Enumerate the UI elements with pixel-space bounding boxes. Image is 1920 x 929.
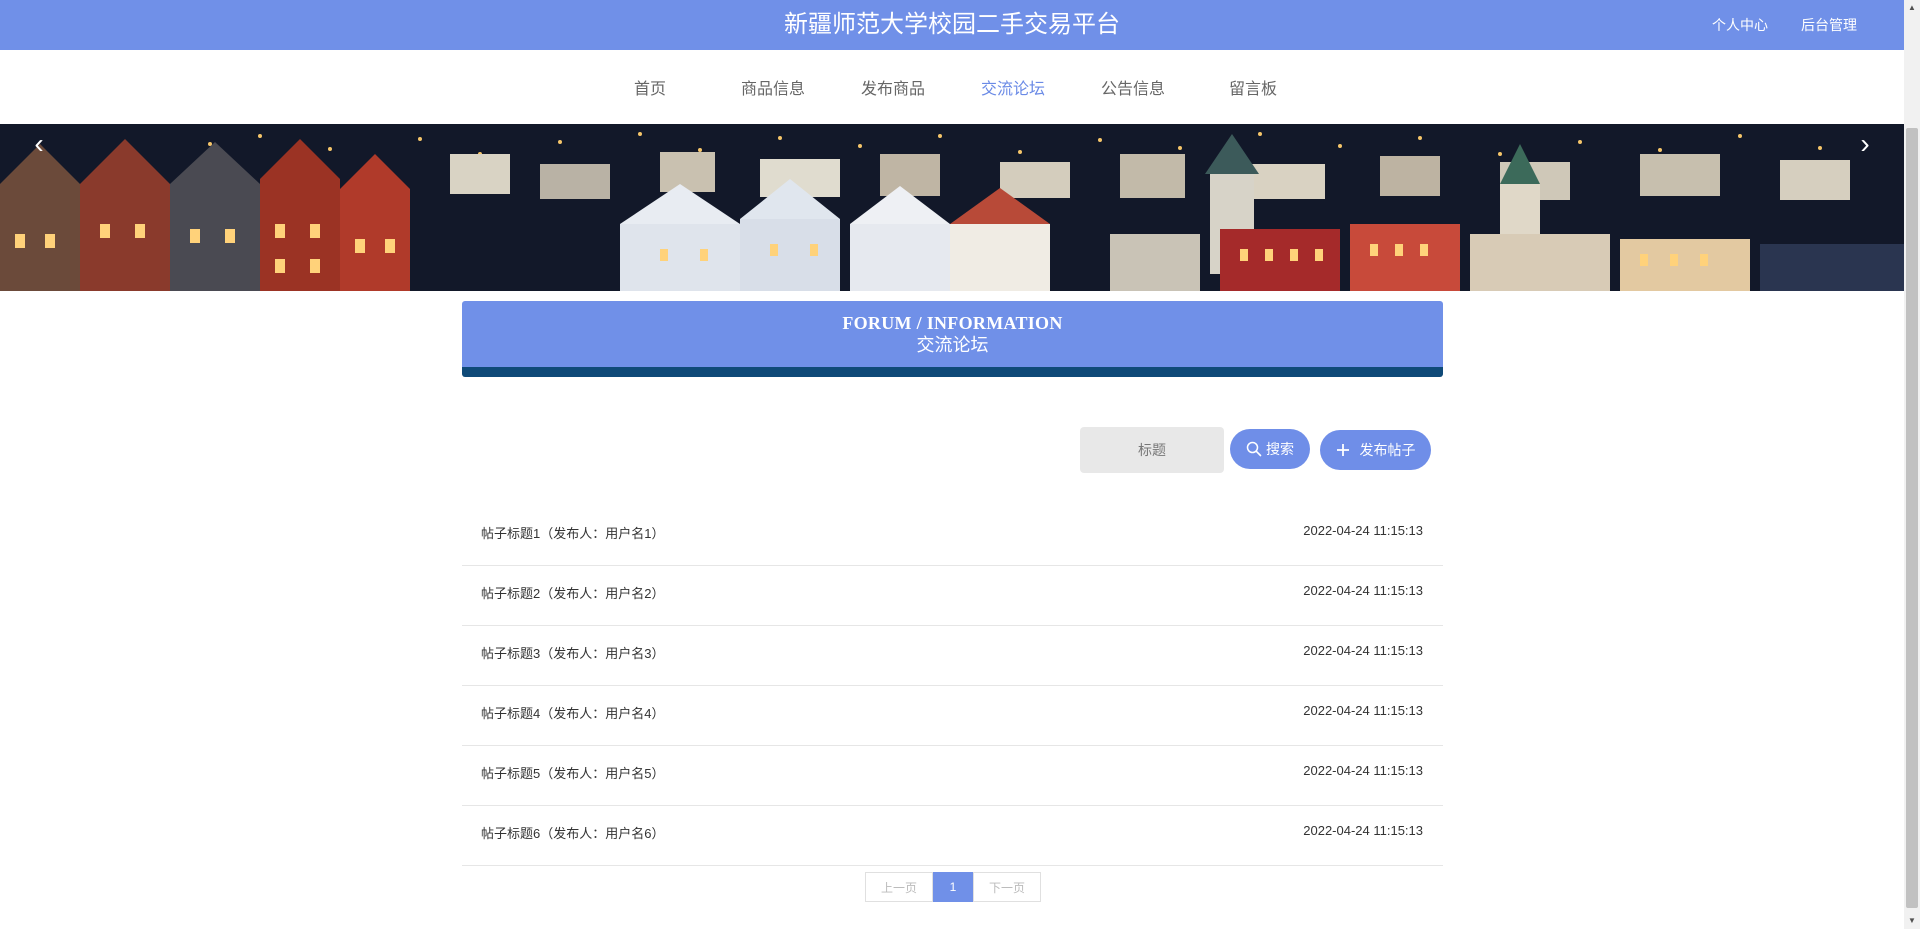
scroll-up-arrow-icon[interactable]: ▲ [1904, 0, 1920, 16]
nav-item-goods[interactable]: 商品信息 [728, 75, 818, 99]
post-time: 2022-04-24 11:15:13 [1303, 763, 1423, 778]
post-title: 帖子标题2（发布人：用户名2） [481, 586, 665, 601]
post-row[interactable]: 帖子标题3（发布人：用户名3） 2022-04-24 11:15:13 [462, 626, 1443, 686]
search-button[interactable]: 搜索 [1230, 429, 1310, 469]
publish-post-label: 发布帖子 [1359, 442, 1416, 458]
section-header: FORUM / INFORMATION 交流论坛 [462, 301, 1443, 367]
post-row[interactable]: 帖子标题1（发布人：用户名1） 2022-04-24 11:15:13 [462, 506, 1443, 566]
post-title: 帖子标题1（发布人：用户名1） [481, 526, 665, 541]
site-title: 新疆师范大学校园二手交易平台 [784, 11, 1120, 38]
prev-page-button[interactable]: 上一页 [865, 872, 933, 902]
section-underline-bar [462, 367, 1443, 377]
scroll-thumb[interactable] [1906, 128, 1918, 908]
post-title: 帖子标题3（发布人：用户名3） [481, 646, 665, 661]
nav-item-forum[interactable]: 交流论坛 [968, 75, 1058, 99]
post-row[interactable]: 帖子标题4（发布人：用户名4） 2022-04-24 11:15:13 [462, 686, 1443, 746]
publish-post-button[interactable]: 发布帖子 [1320, 430, 1431, 470]
post-time: 2022-04-24 11:15:13 [1303, 583, 1423, 598]
section-title-cn: 交流论坛 [916, 335, 989, 355]
post-title: 帖子标题4（发布人：用户名4） [481, 706, 665, 721]
post-list: 帖子标题1（发布人：用户名1） 2022-04-24 11:15:13 帖子标题… [462, 506, 1443, 866]
post-row[interactable]: 帖子标题6（发布人：用户名6） 2022-04-24 11:15:13 [462, 806, 1443, 866]
nav-item-publish-goods[interactable]: 发布商品 [848, 75, 938, 99]
next-page-button[interactable]: 下一页 [973, 872, 1041, 902]
post-row[interactable]: 帖子标题2（发布人：用户名2） 2022-04-24 11:15:13 [462, 566, 1443, 626]
admin-link[interactable]: 后台管理 [1801, 15, 1857, 35]
page-scrollbar[interactable]: ▲ ▼ [1904, 0, 1920, 929]
post-time: 2022-04-24 11:15:13 [1303, 823, 1423, 838]
current-page-button[interactable]: 1 [933, 872, 973, 902]
scroll-down-arrow-icon[interactable]: ▼ [1904, 913, 1920, 929]
pagination: 上一页 1 下一页 [865, 872, 1041, 902]
plus-icon [1336, 444, 1349, 456]
main-nav: 首页 商品信息 发布商品 交流论坛 公告信息 留言板 [0, 50, 1904, 124]
post-time: 2022-04-24 11:15:13 [1303, 703, 1423, 718]
search-button-label: 搜索 [1266, 441, 1294, 457]
title-search-input[interactable] [1080, 427, 1224, 473]
banner-image [0, 124, 1904, 291]
top-bar: 新疆师范大学校园二手交易平台 个人中心 后台管理 [0, 0, 1904, 50]
post-row[interactable]: 帖子标题5（发布人：用户名5） 2022-04-24 11:15:13 [462, 746, 1443, 806]
post-title: 帖子标题6（发布人：用户名6） [481, 826, 665, 841]
nav-item-message-board[interactable]: 留言板 [1208, 75, 1298, 99]
banner-carousel: ‹ › [0, 124, 1904, 291]
section-title-en: FORUM / INFORMATION [842, 313, 1063, 333]
search-icon [1246, 441, 1262, 457]
post-time: 2022-04-24 11:15:13 [1303, 643, 1423, 658]
banner-next-arrow[interactable]: › [1850, 130, 1880, 160]
personal-center-link[interactable]: 个人中心 [1712, 15, 1768, 35]
nav-item-announcements[interactable]: 公告信息 [1088, 75, 1178, 99]
post-time: 2022-04-24 11:15:13 [1303, 523, 1423, 538]
nav-item-home[interactable]: 首页 [605, 75, 695, 99]
banner-prev-arrow[interactable]: ‹ [24, 130, 54, 160]
post-title: 帖子标题5（发布人：用户名5） [481, 766, 665, 781]
